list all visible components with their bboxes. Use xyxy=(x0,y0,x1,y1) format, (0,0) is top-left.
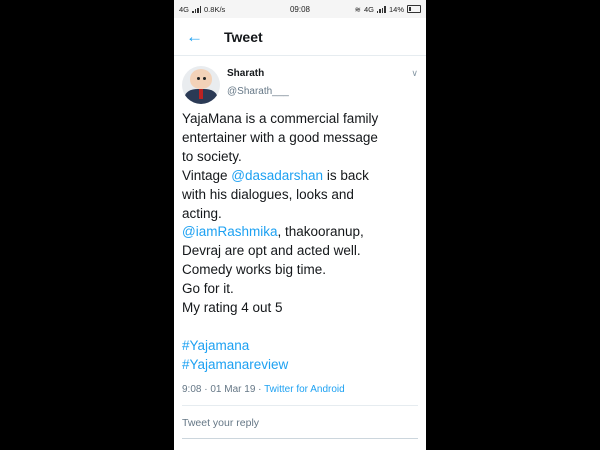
battery-percent: 14% xyxy=(388,4,404,14)
clock: 09:08 xyxy=(289,4,311,14)
tweet-line: acting. xyxy=(182,205,222,221)
tweet-author-row: Sharath @Sharath___ ∨ xyxy=(174,56,426,104)
data-speed: 0.8K/s xyxy=(204,4,226,14)
reply-underline xyxy=(182,437,418,439)
author-handle[interactable]: @Sharath___ xyxy=(227,86,289,97)
tweet-line: YajaMana is a commercial family xyxy=(182,111,379,126)
signal-icon-right xyxy=(376,5,386,13)
network-label-right: 4G xyxy=(363,4,374,14)
avatar[interactable] xyxy=(182,66,220,104)
page-title: Tweet xyxy=(224,28,263,45)
back-arrow-icon[interactable]: ← xyxy=(186,28,210,45)
tweet-line: Go for it. xyxy=(182,281,234,297)
tweet-meta: 9:08 · 01 Mar 19 · Twitter for Android xyxy=(174,375,426,395)
tweet-line: Vintage @dasadarshan is back xyxy=(182,167,418,186)
status-bar: 4G 0.8K/s 09:08 ≋ 4G 14% xyxy=(174,0,426,18)
tweet-line: with his dialogues, looks and xyxy=(182,186,354,202)
phone-screen: 4G 0.8K/s 09:08 ≋ 4G 14% ← Tweet Sharath… xyxy=(174,0,426,450)
reply-input[interactable]: Tweet your reply xyxy=(174,406,426,429)
author-name[interactable]: Sharath xyxy=(227,68,289,79)
signal-icon xyxy=(192,5,202,13)
tweet-line: My rating 4 out 5 xyxy=(182,300,283,316)
tweet-line: Devraj are opt and acted well. xyxy=(182,243,361,259)
network-label: 4G xyxy=(179,4,190,14)
battery-icon xyxy=(407,5,421,13)
tweet-text-segment: Vintage xyxy=(182,167,232,183)
mention-link[interactable]: @iamRashmika xyxy=(182,224,277,239)
tweet-line: @iamRashmika, thakooranup, xyxy=(182,223,418,242)
tweet-timestamp: 9:08 · 01 Mar 19 · xyxy=(182,383,265,395)
tweet-text-segment: , thakooranup, xyxy=(277,224,364,240)
tweet-line: entertainer with a good message xyxy=(182,129,378,145)
tweet-text: YajaMana is a commercial family entertai… xyxy=(174,104,426,375)
top-bar: ← Tweet xyxy=(174,18,426,56)
source-link[interactable]: Twitter for Android xyxy=(264,384,345,395)
hashtag-link[interactable]: #Yajamanareview xyxy=(182,356,418,375)
hashtag-link[interactable]: #Yajamana xyxy=(182,337,418,356)
chevron-down-icon[interactable]: ∨ xyxy=(411,68,418,79)
tweet-line: to society. xyxy=(182,148,242,164)
tweet-text-segment: is back xyxy=(323,167,369,183)
tweet-line: Comedy works big time. xyxy=(182,262,327,278)
mention-link[interactable]: @dasadarshan xyxy=(231,168,323,183)
wifi-icon: ≋ xyxy=(354,4,361,14)
